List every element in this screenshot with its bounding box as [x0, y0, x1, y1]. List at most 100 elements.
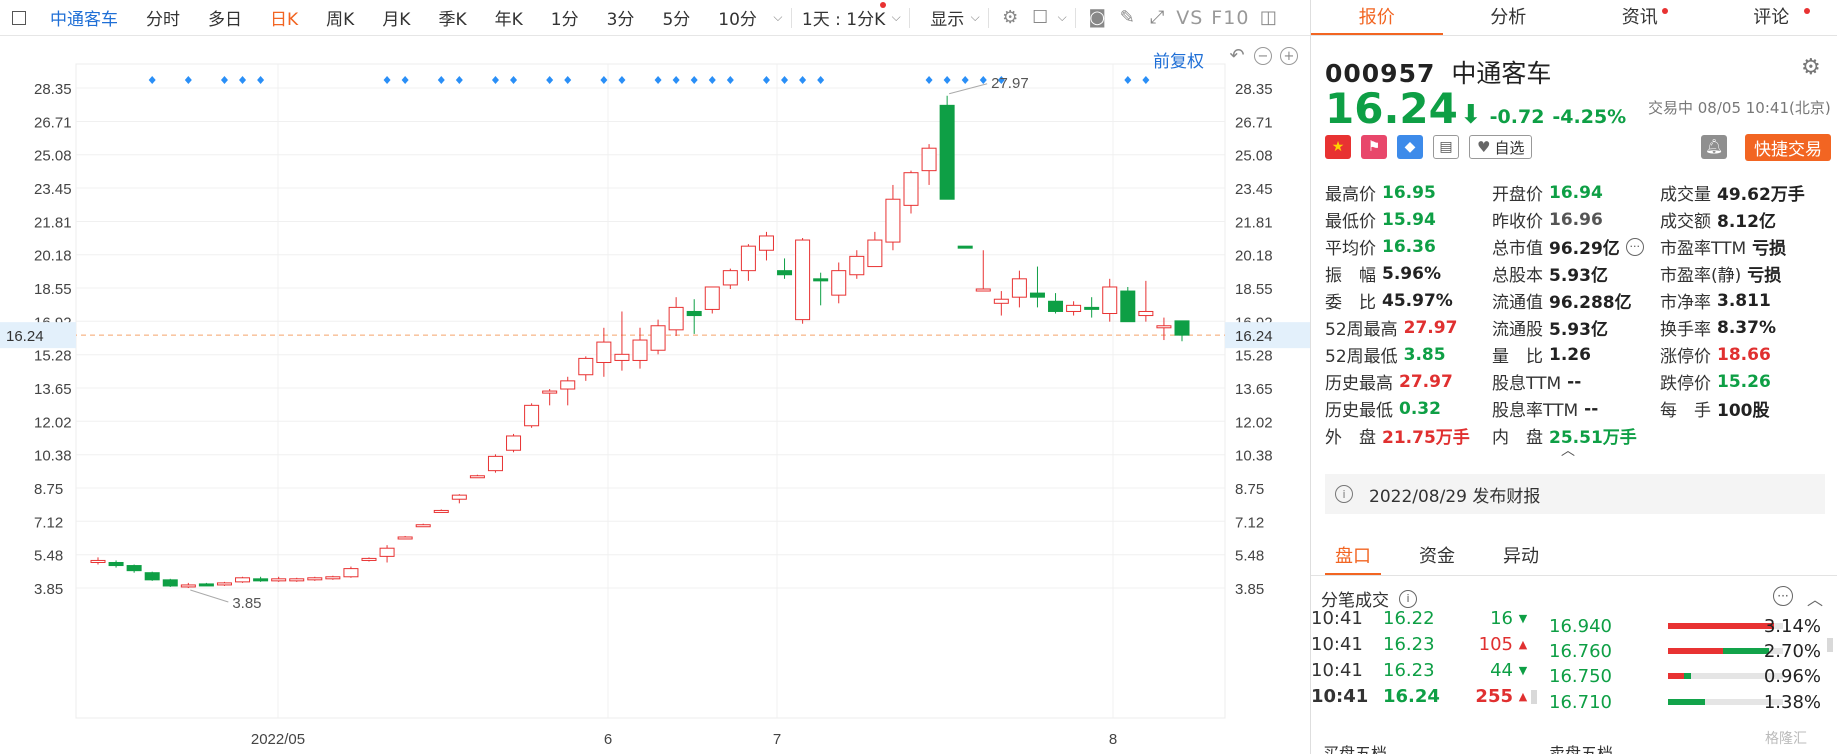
stats-row: 最高价 16.95 开盘价 16.94 成交量 49.62万手 — [1325, 179, 1835, 206]
range-select[interactable]: 1天 : 1分K — [798, 5, 889, 30]
distribution-pct: 0.96% — [1763, 665, 1821, 687]
stats-value: 21.75万手 — [1382, 428, 1470, 448]
stats-cell: 流通股 5.93亿 — [1492, 315, 1660, 340]
tag-icon[interactable]: ◆ — [1397, 135, 1423, 159]
candle-body — [343, 568, 359, 578]
stats-cell: 总市值 96.29亿 ··· — [1492, 234, 1660, 259]
tab-unusual[interactable]: 异动 — [1493, 530, 1549, 575]
tab-comments[interactable]: 评论 — [1706, 0, 1837, 35]
kline-chart[interactable]: 28.35 28.35 26.71 26.71 25.08 25.08 23.45 23.45… — [0, 36, 1310, 754]
stats-value: 5.96% — [1382, 263, 1441, 284]
sidebar-toggle-icon[interactable] — [12, 10, 26, 25]
stats-label: 市净率 — [1660, 293, 1711, 313]
document-icon[interactable]: ▤ — [1433, 135, 1459, 159]
period-intraday[interactable]: 分时 — [132, 5, 194, 30]
stats-value: 1.26 — [1549, 344, 1591, 365]
undo-icon[interactable]: ↶ — [1228, 47, 1246, 65]
tab-news-label: 资讯 — [1621, 7, 1658, 28]
period-1min[interactable]: 1分 — [537, 5, 593, 30]
event-marker-diamond — [618, 76, 626, 84]
stats-cell: 平均价 16.36 — [1325, 234, 1492, 260]
stats-value: 16.36 — [1382, 236, 1436, 257]
stats-label: 历史最高 — [1325, 374, 1393, 394]
scrollbar-thumb[interactable] — [1531, 690, 1537, 704]
period-weekly-k[interactable]: 周K — [312, 5, 368, 30]
candle-body — [271, 578, 287, 582]
period-3min[interactable]: 3分 — [593, 5, 649, 30]
stats-cell: 成交额 8.12亿 — [1660, 207, 1835, 232]
y-tick-right: 3.85 — [1235, 581, 1264, 598]
tick-price: 16.23 — [1383, 633, 1435, 655]
chevron-up-icon[interactable]: ︿ — [1807, 586, 1823, 610]
pencil-icon[interactable]: ✎ — [1112, 3, 1142, 33]
candle-body — [1120, 290, 1136, 323]
period-5min[interactable]: 5分 — [648, 5, 704, 30]
chevron-down-icon[interactable]: ⌵ — [1055, 3, 1069, 33]
stats-label: 振 幅 — [1325, 266, 1376, 286]
china-flag-icon: ★ — [1325, 135, 1351, 159]
stats-label: 股息率TTM — [1492, 401, 1579, 421]
candle-body — [831, 270, 847, 296]
period-10min[interactable]: 10分 — [704, 5, 771, 30]
candle-body — [307, 577, 323, 581]
candle-body — [560, 380, 576, 390]
period-quarterly-k[interactable]: 季K — [424, 5, 480, 30]
tab-quote[interactable]: 报价 — [1311, 0, 1443, 35]
candle-body — [289, 578, 305, 582]
candle-body — [867, 239, 883, 268]
fullscreen-icon[interactable]: ⤢ — [1142, 3, 1172, 33]
zoom-in-icon[interactable]: + — [1280, 47, 1298, 65]
zoom-out-icon[interactable]: − — [1254, 47, 1272, 65]
stats-value: 18.66 — [1717, 344, 1771, 365]
add-watchlist-button[interactable]: ♥ 自选 — [1469, 135, 1533, 159]
y-tick-right: 21.81 — [1235, 214, 1273, 231]
arrow-up-icon: ▲ — [1518, 637, 1528, 651]
stock-name-tab[interactable]: 中通客车 — [36, 5, 132, 30]
chevron-up-icon[interactable]: ︿ — [1561, 440, 1575, 460]
period-monthly-k[interactable]: 月K — [368, 5, 424, 30]
event-marker-diamond — [726, 76, 734, 84]
period-daily-k[interactable]: 日K — [256, 5, 312, 30]
period-yearly-k[interactable]: 年K — [481, 5, 537, 30]
display-menu[interactable]: 显示 — [916, 5, 968, 30]
event-marker-diamond — [184, 76, 192, 84]
stats-row: 52周最高 27.97 流通股 5.93亿 换手率 8.37% — [1325, 314, 1835, 341]
x-tick-label: 2022/05 — [251, 731, 305, 748]
adjust-price-link[interactable]: 前复权 — [1153, 47, 1204, 72]
compare-vs-button[interactable]: VS — [1172, 7, 1207, 29]
gear-icon[interactable]: ⚙ — [1801, 55, 1821, 80]
stats-value: 49.62万手 — [1717, 185, 1805, 205]
info-icon[interactable]: i — [1399, 589, 1417, 608]
tab-order-book[interactable]: 盘口 — [1325, 530, 1381, 575]
gear-icon[interactable]: ⚙ — [995, 3, 1025, 33]
stats-label: 昨收价 — [1492, 212, 1543, 232]
current-price-label-left: 16.24 — [6, 328, 44, 345]
tick-list: 10:41 16.22 16 ▼ 10:41 16.23 105 ▲ 10:41 16.23 44 ▼… — [1311, 610, 1536, 754]
chevron-down-icon[interactable]: ⌵ — [771, 3, 785, 33]
y-tick-left: 20.18 — [34, 248, 72, 265]
sub-tabs: 盘口 资金 异动 — [1311, 530, 1837, 576]
candle-body — [524, 404, 540, 427]
chevron-down-icon[interactable]: ⌵ — [889, 3, 903, 33]
f10-button[interactable]: F10 — [1207, 7, 1253, 29]
candle-body — [542, 390, 558, 394]
period-multiday[interactable]: 多日 — [194, 5, 256, 30]
chevron-down-icon[interactable]: ⌵ — [968, 3, 982, 33]
tab-news[interactable]: 资讯 — [1574, 0, 1706, 35]
more-icon[interactable]: ··· — [1773, 586, 1793, 606]
panel-toggle-icon[interactable]: ◫ — [1253, 3, 1283, 33]
camera-icon[interactable]: ◙ — [1082, 3, 1112, 33]
candle-body — [1156, 325, 1172, 329]
square-outline-icon[interactable]: ☐ — [1025, 3, 1055, 33]
quick-trade-button[interactable]: 快捷交易 — [1745, 134, 1831, 161]
more-icon[interactable]: ··· — [1625, 237, 1644, 256]
bell-icon[interactable]: 🔔︎ — [1701, 135, 1727, 159]
stats-value: 8.37% — [1717, 317, 1776, 338]
y-tick-right: 12.02 — [1235, 414, 1273, 431]
tab-capital[interactable]: 资金 — [1409, 530, 1465, 575]
distribution-price: 16.750 — [1549, 665, 1612, 687]
runner-icon[interactable]: ⚑ — [1361, 135, 1387, 159]
candle-body — [903, 172, 919, 206]
tab-analysis[interactable]: 分析 — [1443, 0, 1575, 35]
stats-cell: 流通值 96.288亿 — [1492, 288, 1660, 313]
